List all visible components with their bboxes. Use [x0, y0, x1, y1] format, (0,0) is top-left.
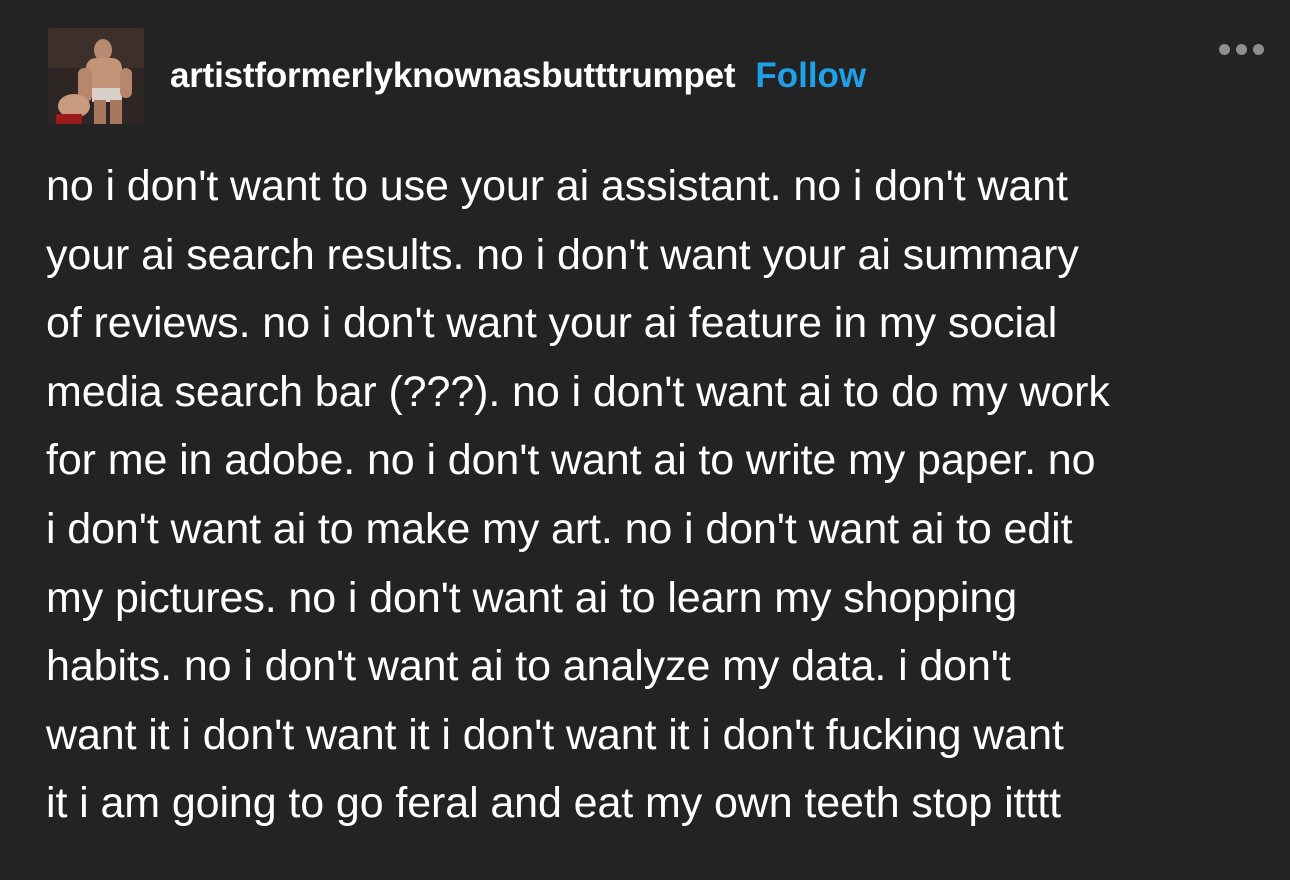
post-text-line: want it i don't want it i don't want it … — [46, 710, 1064, 759]
post-text-line: it i am going to go feral and eat my own… — [46, 779, 1061, 828]
post-text-line: your ai search results. no i don't want … — [46, 230, 1079, 279]
ellipsis-icon — [1236, 44, 1247, 55]
post-text-line: media search bar (???). no i don't want … — [46, 367, 1110, 416]
post-text-line: my pictures. no i don't want ai to learn… — [46, 573, 1018, 622]
ellipsis-icon — [1253, 44, 1264, 55]
post-text-line: of reviews. no i don't want your ai feat… — [46, 299, 1058, 348]
post-body: no i don't want to use your ai assistant… — [46, 152, 1256, 838]
post-text-line: no i don't want to use your ai assistant… — [46, 162, 1068, 210]
avatar-image — [48, 28, 144, 124]
post-text-line: for me in adobe. no i don't want ai to w… — [46, 436, 1096, 485]
more-options-button[interactable] — [1215, 40, 1268, 59]
post-text-line: i don't want ai to make my art. no i don… — [46, 504, 1073, 553]
ellipsis-icon — [1219, 44, 1230, 55]
post-header: artistformerlyknownasbutttrumpet Follow — [48, 28, 1260, 124]
username[interactable]: artistformerlyknownasbutttrumpet — [170, 56, 736, 96]
follow-button[interactable]: Follow — [755, 56, 866, 96]
tumblr-post: artistformerlyknownasbutttrumpet Follow … — [0, 0, 1290, 880]
avatar[interactable] — [48, 28, 144, 124]
post-text-line: habits. no i don't want ai to analyze my… — [46, 642, 1011, 691]
